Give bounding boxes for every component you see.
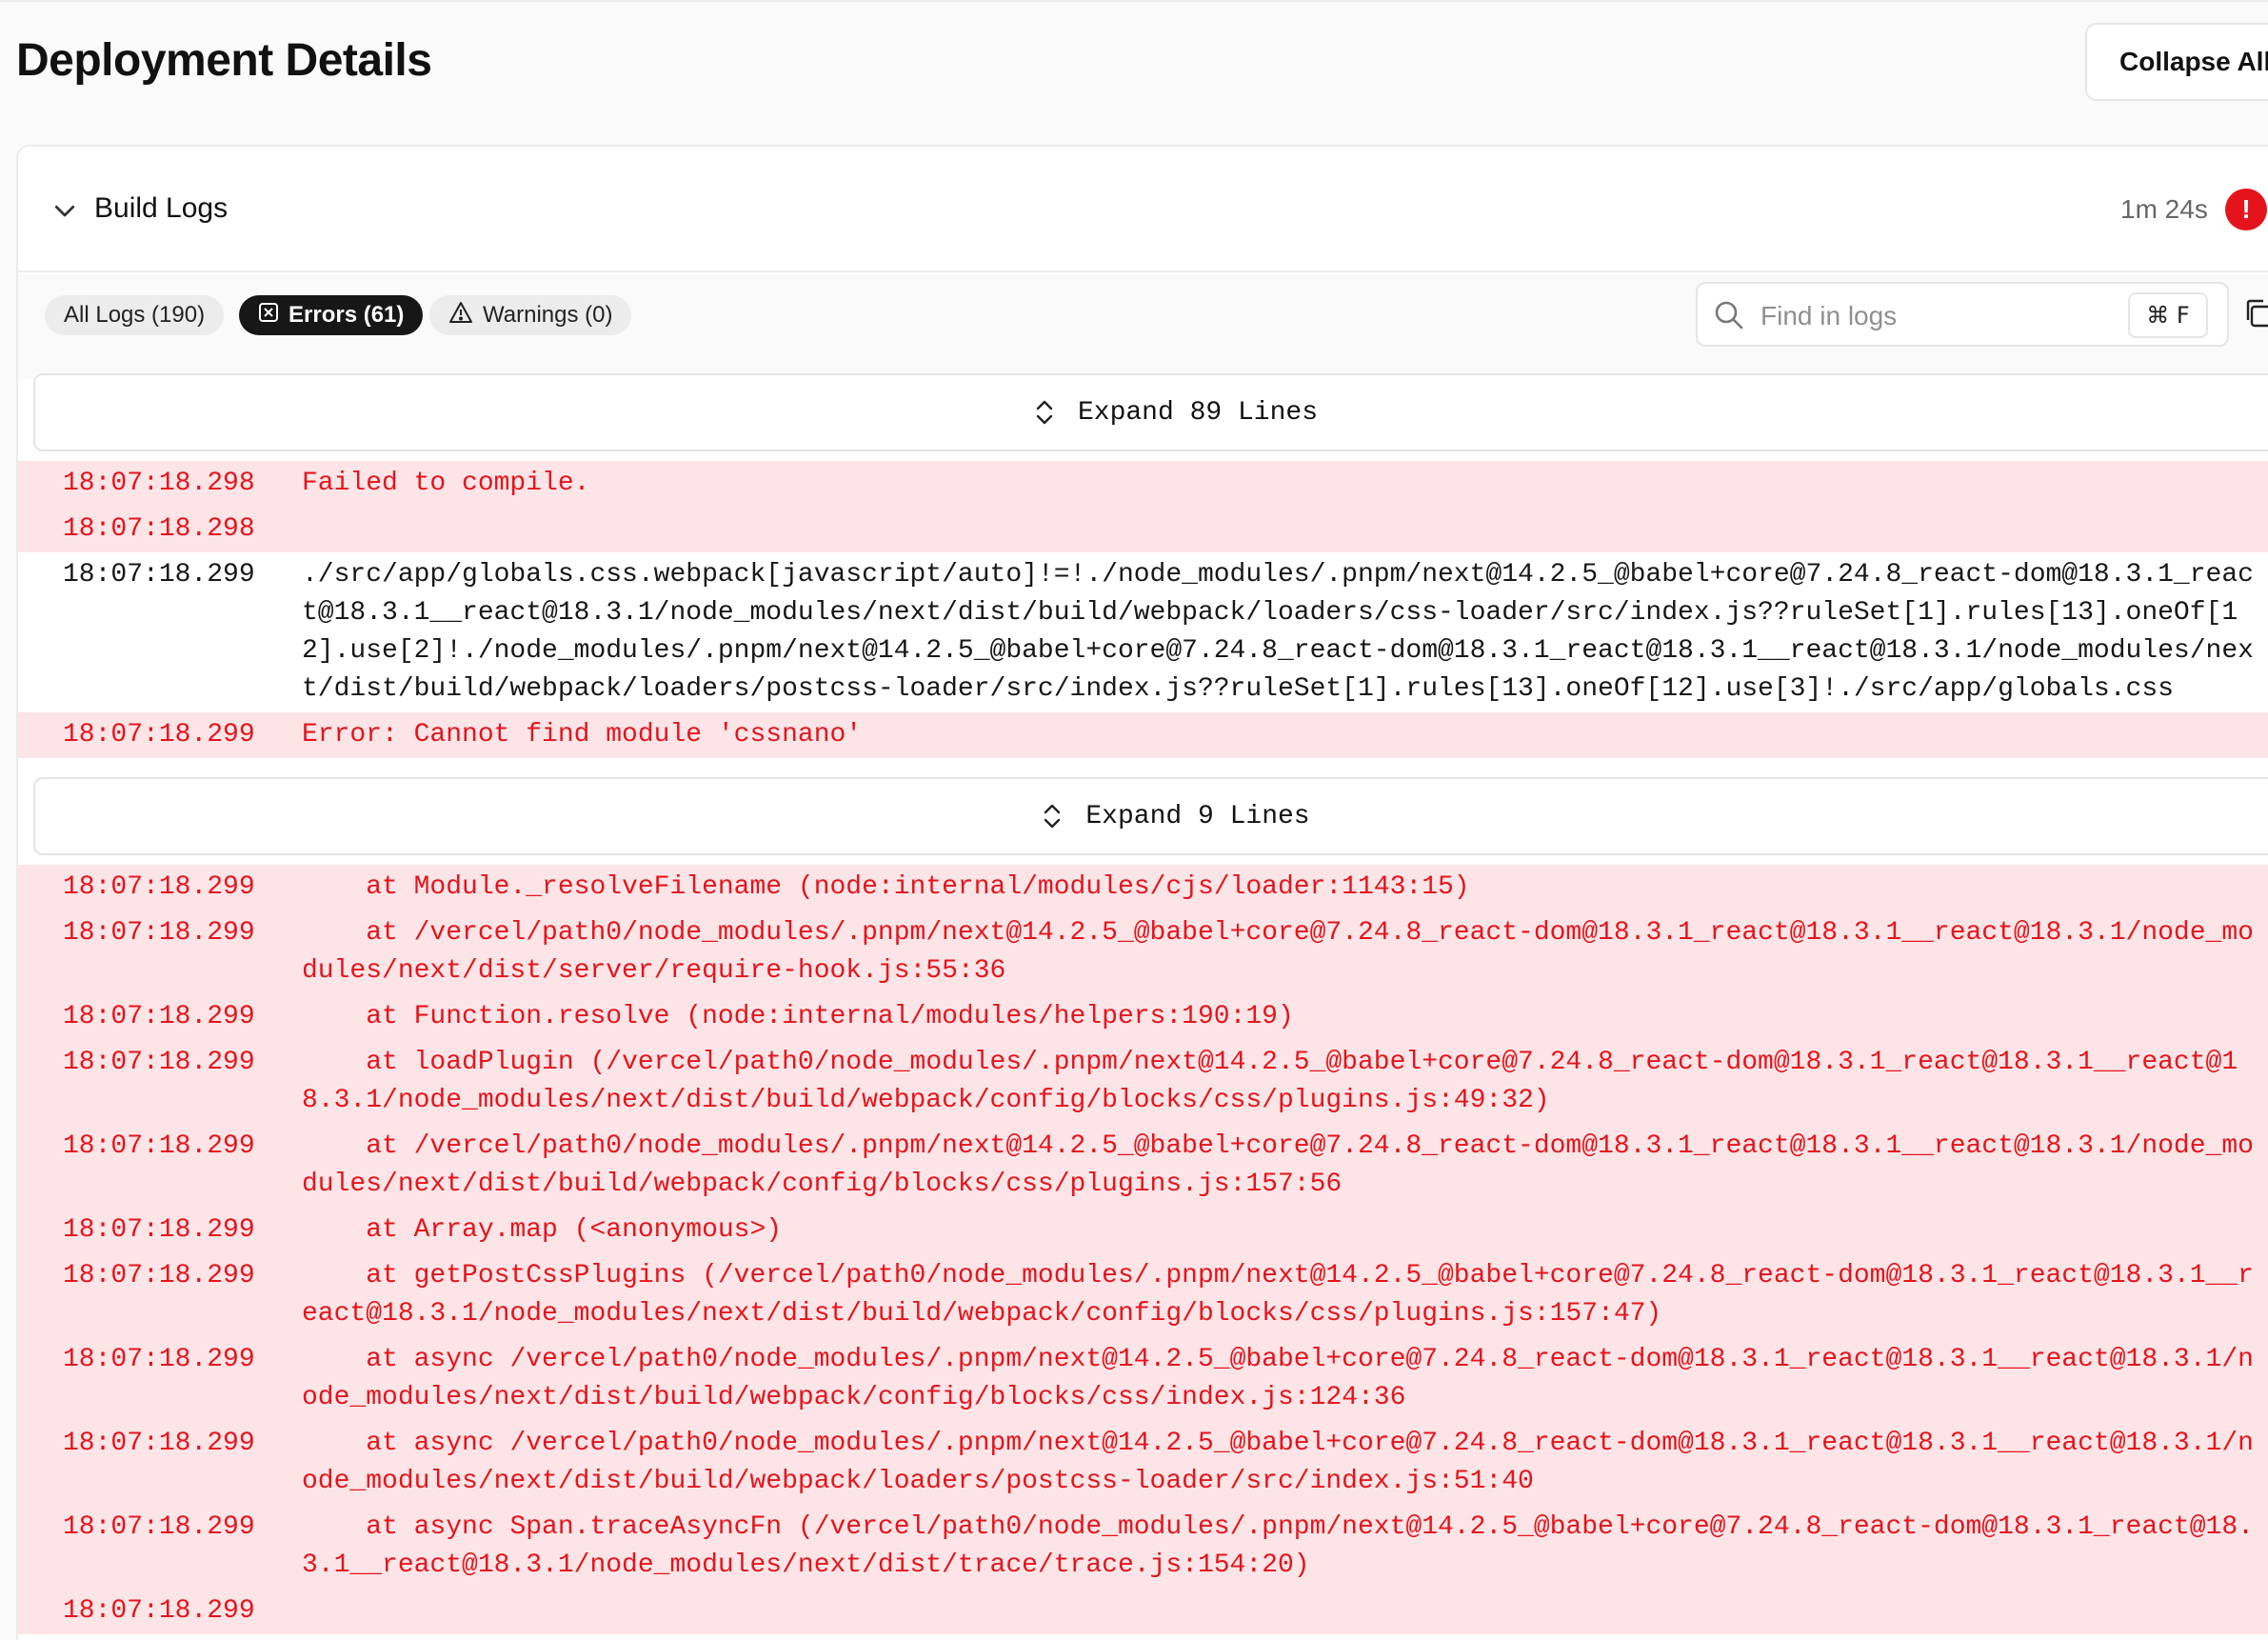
log-message — [302, 510, 2263, 549]
expand-vertical-icon — [1036, 400, 1053, 425]
log-message: Failed to compile. — [302, 469, 590, 498]
log-message: at loadPlugin (/vercel/path0/node_module… — [302, 1048, 2238, 1115]
filter-all-label: All Logs (190) — [64, 302, 206, 328]
collapse-all-button[interactable]: Collapse All — [2085, 23, 2268, 101]
log-row: 18:07:18.298 — [18, 507, 2268, 552]
log-list: 18:07:18.299 at Module._resolveFilename … — [18, 865, 2268, 1634]
log-timestamp: 18:07:18.298 — [63, 469, 255, 498]
log-message: at async /vercel/path0/node_modules/.pnp… — [302, 1345, 2254, 1412]
section-title: Build Logs — [94, 192, 229, 224]
expand-label: Expand 9 Lines — [1085, 801, 1310, 831]
log-timestamp: 18:07:18.299 — [63, 720, 255, 750]
log-row: 18:07:18.299 at loadPlugin (/vercel/path… — [18, 1040, 2268, 1124]
log-timestamp: 18:07:18.299 — [63, 1596, 255, 1626]
copy-icon[interactable] — [2242, 297, 2268, 330]
log-message — [302, 1592, 2263, 1630]
log-row: 18:07:18.299 at Function.resolve (node:i… — [18, 994, 2268, 1040]
log-timestamp: 18:07:18.299 — [63, 1261, 255, 1290]
chevron-down-icon[interactable] — [50, 196, 79, 225]
log-row: 18:07:18.299 at /vercel/path0/node_modul… — [18, 910, 2268, 994]
log-timestamp: 18:07:18.298 — [63, 514, 255, 544]
expand-lines-button[interactable]: Expand 9 Lines — [33, 777, 2268, 855]
error-square-icon — [258, 302, 279, 330]
log-timestamp: 18:07:18.299 — [63, 1131, 255, 1161]
build-logs-header[interactable]: Build Logs 1m 24s ! — [18, 147, 2268, 272]
build-logs-panel: Build Logs 1m 24s ! All Logs (190) Error… — [16, 145, 2268, 1640]
log-message: at Module._resolveFilename (node:interna… — [302, 872, 1470, 902]
log-message: at Function.resolve (node:internal/modul… — [302, 1002, 1294, 1031]
log-row: 18:07:18.299 at getPostCssPlugins (/verc… — [18, 1253, 2268, 1337]
filter-errors[interactable]: Errors (61) — [239, 295, 424, 335]
log-message: at /vercel/path0/node_modules/.pnpm/next… — [302, 918, 2254, 986]
log-row: 18:07:18.299 Error: Cannot find module 'c… — [18, 712, 2268, 758]
log-message: at Array.map (<anonymous>) — [302, 1215, 783, 1245]
log-row: 18:07:18.299 at async /vercel/path0/node… — [18, 1421, 2268, 1505]
log-row: 18:07:18.299 at Module._resolveFilename … — [18, 865, 2268, 910]
log-row: 18:07:18.299 ./src/app/globals.css.webpac… — [18, 552, 2268, 712]
filter-all-logs[interactable]: All Logs (190) — [45, 295, 225, 335]
log-timestamp: 18:07:18.299 — [63, 1429, 255, 1458]
log-search-input[interactable]: Find in logs ⌘ F — [1696, 282, 2229, 347]
filter-warnings[interactable]: Warnings (0) — [429, 295, 632, 335]
log-row: 18:07:18.299 at /vercel/path0/node_modul… — [18, 1124, 2268, 1208]
page-title: Deployment Details — [16, 35, 432, 86]
expand-lines-button[interactable]: Expand 89 Lines — [33, 373, 2268, 451]
log-list: 18:07:18.298 Failed to compile. 18:07:18.2… — [18, 461, 2268, 758]
log-timestamp: 18:07:18.299 — [63, 1002, 255, 1031]
log-row: 18:07:18.298 Failed to compile. — [18, 461, 2268, 507]
warning-triangle-icon — [448, 301, 473, 330]
error-status-icon: ! — [2225, 189, 2267, 230]
log-message: Error: Cannot find module 'cssnano' — [302, 720, 863, 750]
log-timestamp: 18:07:18.299 — [63, 560, 255, 590]
expand-vertical-icon — [1044, 804, 1061, 829]
expand-label: Expand 89 Lines — [1077, 397, 1319, 428]
filter-warnings-label: Warnings (0) — [483, 302, 613, 328]
log-message: at /vercel/path0/node_modules/.pnpm/next… — [302, 1131, 2254, 1199]
log-message: at getPostCssPlugins (/vercel/path0/node… — [302, 1261, 2254, 1329]
top-border — [0, 0, 2268, 4]
log-row: 18:07:18.299 — [18, 1589, 2268, 1634]
filter-errors-label: Errors (61) — [288, 302, 405, 328]
log-timestamp: 18:07:18.299 — [63, 1345, 255, 1374]
search-placeholder: Find in logs — [1761, 301, 1898, 330]
log-message: at async Span.traceAsyncFn (/vercel/path… — [302, 1512, 2254, 1580]
log-timestamp: 18:07:18.299 — [63, 1512, 255, 1542]
log-timestamp: 18:07:18.299 — [63, 872, 255, 902]
log-row: 18:07:18.299 at async Span.traceAsyncFn … — [18, 1505, 2268, 1589]
log-timestamp: 18:07:18.299 — [63, 1215, 255, 1245]
log-message: at async /vercel/path0/node_modules/.pnp… — [302, 1429, 2254, 1496]
search-shortcut: ⌘ F — [2128, 292, 2208, 338]
log-row: 18:07:18.299 at Array.map (<anonymous>) — [18, 1208, 2268, 1253]
log-message: ./src/app/globals.css.webpack[javascript… — [302, 560, 2254, 704]
build-duration: 1m 24s — [2120, 194, 2208, 224]
log-row: 18:07:18.299 at async /vercel/path0/node… — [18, 1337, 2268, 1421]
search-icon — [1715, 301, 1743, 330]
log-timestamp: 18:07:18.299 — [63, 1048, 255, 1077]
log-timestamp: 18:07:18.299 — [63, 918, 255, 948]
